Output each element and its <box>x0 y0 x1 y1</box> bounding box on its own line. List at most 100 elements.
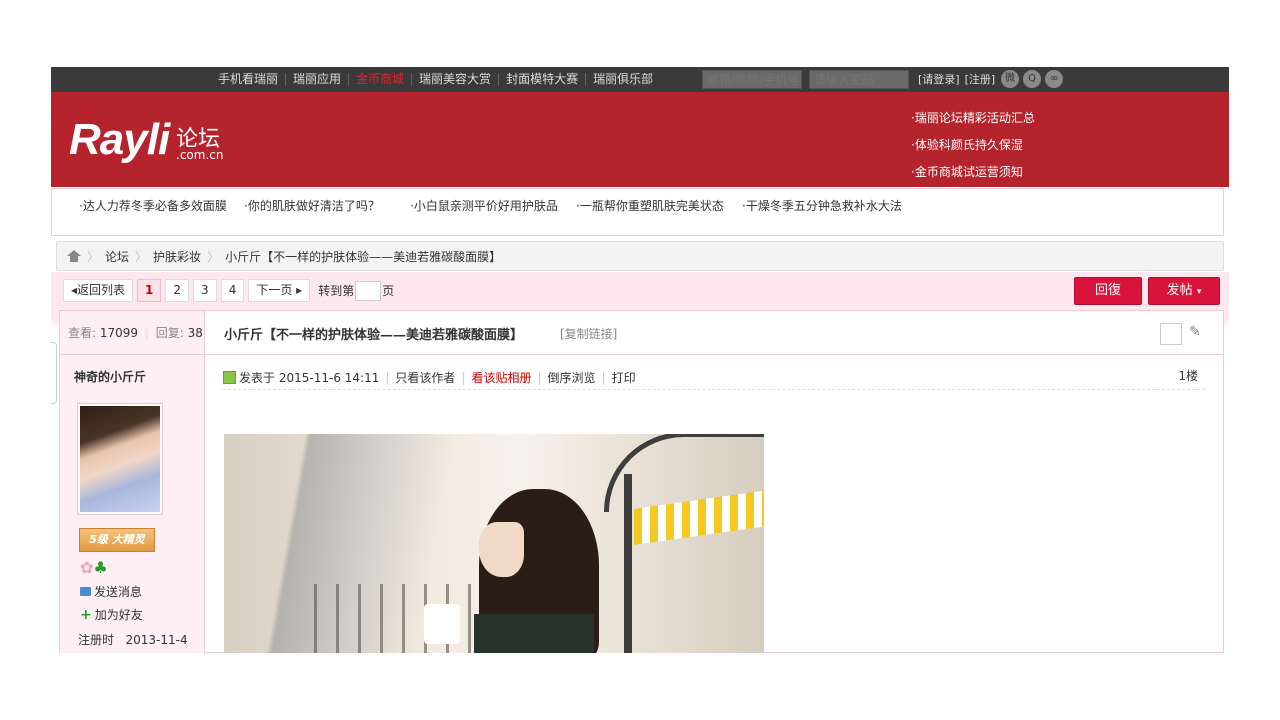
album-link[interactable]: 看该贴相册 <box>471 369 531 386</box>
print-link[interactable]: 打印 <box>612 369 636 386</box>
reply-button[interactable]: 回復 <box>1074 277 1142 305</box>
photo-face <box>479 522 524 577</box>
login-link[interactable]: [请登录] <box>918 71 960 87</box>
clover-icon: ♣ <box>93 558 108 577</box>
goto-page: 转到第 页 <box>318 280 395 301</box>
copy-link[interactable]: [复制链接] <box>560 325 617 342</box>
qq-icon[interactable]: Q <box>1023 70 1041 88</box>
account-input[interactable] <box>702 70 802 89</box>
add-friend-label: 加为好友 <box>94 608 143 622</box>
posted-time: 2015-11-6 14:11 <box>278 370 380 385</box>
hot-item[interactable]: ·你的肌肤做好清洁了吗？ <box>244 198 380 215</box>
header-link-kiehls[interactable]: ·体验科颜氏持久保湿 <box>911 132 1035 159</box>
nav-mobile[interactable]: 手机看瑞丽 <box>211 73 285 86</box>
floor-number: 1楼 <box>1178 369 1198 383</box>
hot-topics-strip: ·达人力荐冬季必备多效面膜 ·你的肌肤做好清洁了吗？ ·小白鼠亲测平价好用护肤品… <box>51 188 1224 236</box>
breadcrumb-separator: 〉 <box>135 249 148 264</box>
meta-separator: | <box>461 370 466 385</box>
reverse-order-link[interactable]: 倒序浏览 <box>548 369 596 386</box>
new-post-label: 发帖 <box>1166 283 1193 298</box>
post-title: 小斤斤【不一样的护肤体验——美迪若雅碳酸面膜】 <box>224 328 524 343</box>
site-header: Rayli 论坛 .com.cn ·瑞丽论坛精彩活动汇总 ·体验科颜氏持久保湿 … <box>51 92 1229 187</box>
register-label: 注册时 <box>78 633 115 647</box>
weibo-icon[interactable]: 微 <box>1001 70 1019 88</box>
posted-prefix: 发表于 <box>239 371 276 385</box>
other-login-icon[interactable]: ∞ <box>1045 70 1063 88</box>
logo-domain: .com.cn <box>176 148 224 162</box>
send-message-link[interactable]: 发送消息 <box>80 583 142 600</box>
new-post-button[interactable]: 发帖 ▾ <box>1148 277 1220 305</box>
nav-cover-model[interactable]: 封面模特大赛 <box>498 73 585 86</box>
caret-right-icon: ▸ <box>296 283 303 297</box>
hot-item[interactable]: ·一瓶帮你重塑肌肤完美状态 <box>576 198 724 215</box>
register-link[interactable]: [注册] <box>965 71 996 87</box>
post-main: 小斤斤【不一样的护肤体验——美迪若雅碳酸面膜】 [复制链接] ✎ 发表于 201… <box>205 311 1223 653</box>
medal-icons: ✿♣ <box>80 558 108 577</box>
nav-club[interactable]: 瑞丽俱乐部 <box>585 73 660 86</box>
avatar-image <box>80 406 160 512</box>
post-title-bar: 小斤斤【不一样的护肤体验——美迪若雅碳酸面膜】 [复制链接] ✎ <box>205 311 1223 355</box>
breadcrumb-board[interactable]: 护肤彩妆 <box>153 248 201 265</box>
breadcrumb-forum[interactable]: 论坛 <box>105 248 129 265</box>
meta-separator: | <box>537 370 542 385</box>
meta-separator: | <box>385 370 390 385</box>
post-meta: 发表于 2015-11-6 14:11 | 只看该作者 | 看该贴相册 | 倒序… <box>223 366 1205 390</box>
password-input[interactable] <box>809 70 909 89</box>
online-status-icon <box>223 371 236 384</box>
register-date: 2013-11-4 <box>125 633 188 647</box>
send-message-label: 发送消息 <box>94 585 143 599</box>
goto-page-input[interactable] <box>355 280 382 301</box>
goto-suffix: 页 <box>382 284 395 298</box>
social-login: 微 Q ∞ <box>1001 70 1063 88</box>
breadcrumb: 〉 论坛 〉 护肤彩妆 〉 小斤斤【不一样的护肤体验——美迪若雅碳酸面膜】 <box>56 241 1224 271</box>
stats-separator: | <box>144 326 149 340</box>
post-photo[interactable] <box>224 434 764 653</box>
header-links: ·瑞丽论坛精彩活动汇总 ·体验科颜氏持久保湿 ·金币商城试运营须知 <box>911 105 1035 186</box>
next-page-label: 下一页 <box>256 283 293 297</box>
header-link-mall-notice[interactable]: ·金币商城试运营须知 <box>911 159 1035 186</box>
next-page-button[interactable]: 下一页 ▸ <box>248 279 311 302</box>
page-button[interactable]: 3 <box>193 279 217 302</box>
side-feedback-tab[interactable] <box>51 342 57 404</box>
nav-coin-mall[interactable]: 金币商城 <box>348 73 411 86</box>
back-to-list-label: 返回列表 <box>77 283 126 297</box>
hot-item[interactable]: ·达人力荐冬季必备多效面膜 <box>79 198 227 215</box>
dropdown-caret-icon: ▾ <box>1196 287 1202 297</box>
photo-umbrella-pole <box>624 474 632 653</box>
author-sidebar: 查看: 17099 | 回复: 38 神奇的小斤斤 5级 大精灵 ✿♣ 发送消息… <box>60 311 205 653</box>
nav-beauty-awards[interactable]: 瑞丽美容大赏 <box>411 73 498 86</box>
envelope-icon <box>80 587 91 596</box>
home-icon[interactable] <box>67 250 81 262</box>
add-friend-link[interactable]: + 加为好友 <box>80 606 143 623</box>
plus-icon: + <box>80 606 92 623</box>
hot-item[interactable]: ·小白鼠亲测平价好用护肤品 <box>410 198 558 215</box>
back-to-list-button[interactable]: ◂返回列表 <box>63 279 134 302</box>
flower-icon: ✿ <box>80 558 94 577</box>
page-button-current[interactable]: 1 <box>137 279 162 302</box>
header-link-events[interactable]: ·瑞丽论坛精彩活动汇总 <box>911 105 1035 132</box>
site-logo[interactable]: Rayli <box>69 115 170 165</box>
author-name[interactable]: 神奇的小斤斤 <box>74 368 146 385</box>
only-author-link[interactable]: 只看该作者 <box>395 369 455 386</box>
login-links: [请登录] [注册] <box>918 71 995 87</box>
breadcrumb-thread: 小斤斤【不一样的护肤体验——美迪若雅碳酸面膜】 <box>225 249 502 264</box>
view-count: 17099 <box>99 326 139 340</box>
nav-apps[interactable]: 瑞丽应用 <box>285 73 348 86</box>
page-button[interactable]: 2 <box>165 279 190 302</box>
avatar[interactable] <box>77 403 163 515</box>
page-button[interactable]: 4 <box>220 279 245 302</box>
select-checkbox[interactable] <box>1160 323 1182 345</box>
rank-badge: 5级 大精灵 <box>79 528 155 552</box>
view-label: 查看: <box>68 326 97 340</box>
reply-count: 38 <box>187 326 203 340</box>
hot-item[interactable]: ·干燥冬季五分钟急救补水大法 <box>742 198 902 215</box>
goto-prefix: 转到第 <box>318 284 355 298</box>
breadcrumb-separator: 〉 <box>207 249 220 264</box>
top-bar: 手机看瑞丽 瑞丽应用 金币商城 瑞丽美容大赏 封面模特大赛 瑞丽俱乐部 [请登录… <box>51 67 1229 92</box>
reply-label: 回复: <box>155 326 184 340</box>
pager: ◂返回列表 1 2 3 4 下一页 ▸ 转到第 页 <box>63 279 394 302</box>
thread-box: 查看: 17099 | 回复: 38 神奇的小斤斤 5级 大精灵 ✿♣ 发送消息… <box>59 310 1224 653</box>
edit-icon[interactable]: ✎ <box>1189 324 1201 340</box>
browser-viewport: 手机看瑞丽 瑞丽应用 金币商城 瑞丽美容大赏 封面模特大赛 瑞丽俱乐部 [请登录… <box>51 67 1229 653</box>
photo-coat <box>474 614 594 653</box>
